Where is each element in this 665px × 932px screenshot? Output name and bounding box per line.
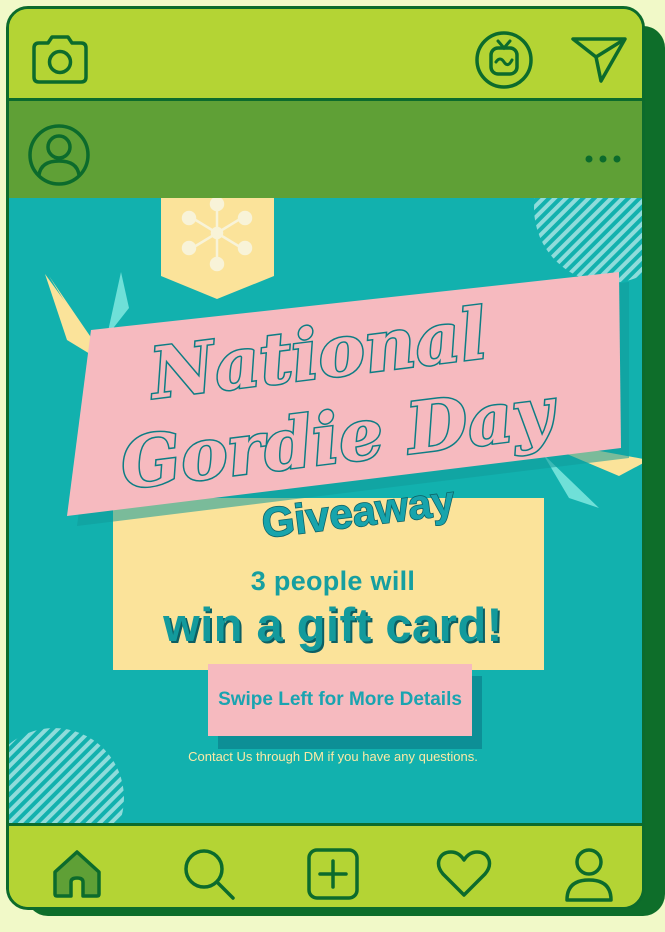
count-text: 3 people will	[250, 566, 416, 596]
prize-text: win a gift card!	[163, 598, 503, 651]
more-icon[interactable]	[583, 153, 623, 165]
post-image[interactable]: National Gordie Day Giveaway 3 people wi…	[9, 198, 642, 823]
user-circle-icon[interactable]	[27, 123, 91, 187]
add-post-icon[interactable]	[305, 846, 361, 902]
send-icon[interactable]	[569, 33, 629, 85]
top-bar	[9, 9, 642, 101]
search-icon[interactable]	[181, 846, 237, 902]
heart-icon[interactable]	[435, 848, 493, 900]
camera-icon[interactable]	[31, 33, 89, 85]
subtitle-giveaway: Giveaway	[259, 477, 458, 547]
igtv-icon[interactable]	[473, 29, 535, 91]
phone-frame: National Gordie Day Giveaway 3 people wi…	[6, 6, 645, 910]
bottom-nav	[9, 823, 642, 907]
profile-bar	[9, 101, 642, 198]
home-icon[interactable]	[49, 848, 105, 900]
profile-icon[interactable]	[561, 846, 617, 904]
contact-text: Contact Us through DM if you have any qu…	[188, 749, 478, 764]
swipe-details-button[interactable]: Swipe Left for More Details	[208, 664, 472, 736]
